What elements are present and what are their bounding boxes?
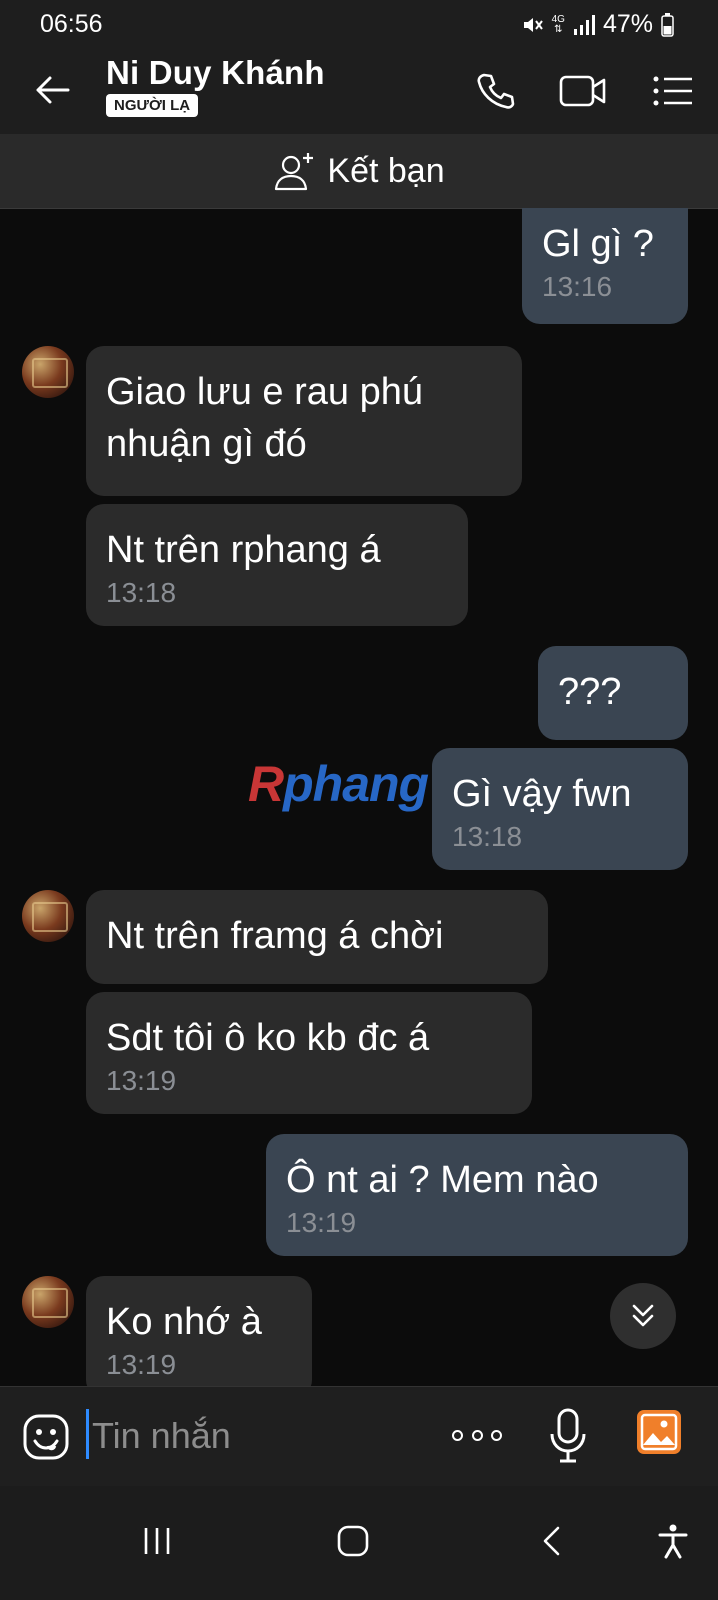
- mute-icon: [522, 14, 544, 36]
- message-text: Ko nhớ à: [106, 1301, 262, 1343]
- message-bubble[interactable]: Nt trên rphang á 13:18: [86, 504, 468, 626]
- video-icon: [559, 75, 606, 107]
- watermark-prefix: R: [248, 756, 284, 812]
- message-time: 13:19: [106, 1349, 177, 1380]
- back-button[interactable]: [28, 66, 76, 114]
- back-chevron-icon: [543, 1526, 560, 1556]
- message-bubble[interactable]: Nt trên framg á chời: [86, 890, 548, 984]
- message-text: Ô nt ai ? Mem nào: [286, 1159, 599, 1201]
- system-navigation-bar: [0, 1486, 718, 1600]
- contact-avatar[interactable]: [22, 1276, 74, 1328]
- message-bubble[interactable]: Sdt tôi ô ko kb đc á 13:19: [86, 992, 532, 1114]
- signal-icon: [573, 14, 595, 35]
- stranger-badge: NGƯỜI LẠ: [106, 94, 199, 117]
- add-user-icon: [275, 153, 314, 191]
- contact-avatar[interactable]: [22, 346, 74, 398]
- emoji-icon: [23, 1414, 69, 1460]
- home-button[interactable]: [328, 1516, 378, 1566]
- more-icon: [452, 1429, 463, 1441]
- phone-icon: [477, 73, 515, 109]
- scroll-to-bottom-button[interactable]: [610, 1283, 676, 1349]
- video-call-button[interactable]: [556, 64, 610, 118]
- message-time: 13:19: [106, 1065, 177, 1096]
- message-bubble[interactable]: Ô nt ai ? Mem nào 13:19: [266, 1134, 688, 1256]
- emoji-button[interactable]: [22, 1413, 70, 1461]
- status-time: 06:56: [40, 10, 103, 38]
- message-text: Nt trên framg á chời: [106, 915, 444, 957]
- recent-apps-button[interactable]: [132, 1516, 182, 1566]
- message-time: 13:16: [542, 271, 613, 302]
- gallery-button[interactable]: [636, 1409, 682, 1455]
- status-icons: 4G ⇅ 47%: [522, 10, 674, 39]
- message-text-line: Giao lưu e rau phú: [106, 371, 423, 413]
- menu-list-icon: [653, 76, 692, 106]
- contact-name[interactable]: Ni Duy Khánh: [106, 54, 325, 92]
- battery-icon: [661, 12, 674, 37]
- double-chevron-down-icon: [632, 1304, 654, 1327]
- back-arrow-icon: [36, 76, 70, 104]
- message-text: Sdt tôi ô ko kb đc á: [106, 1017, 430, 1059]
- chat-header: Ni Duy Khánh NGƯỜI LẠ: [0, 46, 718, 134]
- recent-apps-icon: [144, 1528, 170, 1554]
- message-time: 13:18: [452, 821, 523, 852]
- more-icon-dot: [491, 1429, 502, 1441]
- message-bubble[interactable]: Gl gì ? 13:16: [522, 208, 688, 324]
- message-text: Nt trên rphang á: [106, 529, 381, 571]
- message-text: Gl gì ?: [542, 223, 654, 265]
- chat-menu-button[interactable]: [646, 64, 700, 118]
- watermark-rest: phang: [283, 756, 429, 812]
- more-options-button[interactable]: [452, 1419, 502, 1451]
- message-text-line: nhuận gì đó: [106, 423, 307, 465]
- message-composer: [0, 1386, 718, 1487]
- message-bubble[interactable]: ???: [538, 646, 688, 740]
- message-text: Gì vậy fwn: [452, 773, 632, 815]
- home-icon: [337, 1525, 369, 1557]
- message-time: 13:18: [106, 577, 177, 608]
- mic-icon: [550, 1408, 586, 1463]
- message-text: ???: [558, 671, 622, 713]
- gallery-icon: [637, 1410, 681, 1454]
- back-nav-button[interactable]: [526, 1516, 576, 1566]
- message-bubble[interactable]: Gì vậy fwn 13:18: [432, 748, 688, 870]
- watermark-logo: Rphang: [248, 755, 429, 813]
- more-icon-dot: [471, 1429, 483, 1441]
- voice-call-button[interactable]: [468, 64, 522, 118]
- accessibility-icon: [658, 1524, 688, 1559]
- status-bar: 06:56 4G ⇅ 47%: [0, 0, 718, 46]
- contact-avatar[interactable]: [22, 890, 74, 942]
- message-bubble[interactable]: Giao lưu e rau phú nhuận gì đó: [86, 346, 522, 496]
- add-friend-button[interactable]: Kết bạn: [0, 134, 718, 209]
- accessibility-button[interactable]: [648, 1516, 698, 1566]
- message-bubble[interactable]: Ko nhớ à 13:19: [86, 1276, 312, 1398]
- voice-message-button[interactable]: [548, 1407, 588, 1465]
- battery-percent: 47%: [602, 10, 653, 38]
- add-friend-label: Kết bạn: [327, 151, 445, 190]
- message-input[interactable]: [86, 1409, 434, 1463]
- message-time: 13:19: [286, 1207, 357, 1238]
- network-type-label: 4G: [551, 13, 565, 25]
- network-type-icon: 4G ⇅: [551, 13, 565, 35]
